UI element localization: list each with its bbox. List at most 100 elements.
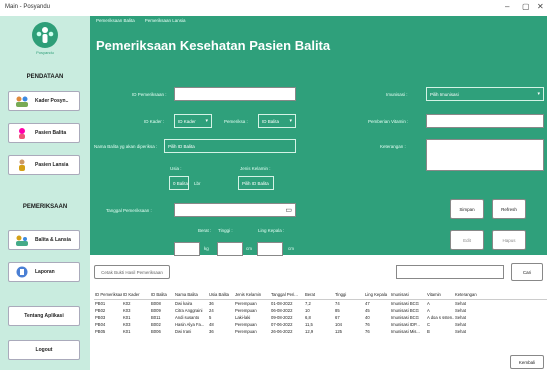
table-cell: Perempuan <box>235 322 257 327</box>
column-header[interactable]: ID Balita <box>150 292 174 297</box>
column-header[interactable]: ID Pemeriksaan <box>94 292 122 297</box>
table-cell: 47 <box>365 301 370 306</box>
maximize-icon[interactable]: ▢ <box>522 2 530 11</box>
table-cell: Sehat <box>455 322 466 327</box>
table-cell: Dwi Irani <box>175 329 192 334</box>
hapus-button[interactable]: Hapus <box>492 230 526 250</box>
table-cell: Perempuan <box>235 308 257 313</box>
minimize-icon[interactable]: – <box>505 2 509 11</box>
table-cell: 48 <box>209 322 214 327</box>
simpan-button[interactable]: Simpan <box>450 199 484 219</box>
table-cell: A doa s ssten... <box>427 315 454 320</box>
nav-laporan-label: Laporan <box>35 269 55 275</box>
nav-pasien-lansia-button[interactable]: Pasien Lansia <box>8 155 80 175</box>
table-cell: 11,5 <box>305 322 313 327</box>
section-pemeriksaan: PEMERIKSAAN <box>22 204 68 210</box>
table-cell: B008 <box>151 301 161 306</box>
column-header[interactable]: Imunisasi <box>390 292 426 297</box>
column-header[interactable]: Jenis Kelamin <box>234 292 270 297</box>
table-cell: 01-08-2022 <box>271 301 293 306</box>
table-cell: 36 <box>209 329 214 334</box>
id-pemeriksaan-input[interactable] <box>174 87 296 101</box>
table-cell: 76 <box>365 329 370 334</box>
cetak-bukti-button[interactable]: Cetak Bukti Hasil Pemeriksaan <box>94 265 170 279</box>
imunisasi-select[interactable]: Pilih Imunisasi ▾ <box>426 87 544 101</box>
jenis-kelamin-label: Jenis Kelamin : <box>240 166 271 171</box>
table-cell: Sehat <box>455 329 466 334</box>
table-row[interactable]: PB05 K01 B006 Dwi Irani 36 Perempuan 26-06-202… <box>94 328 547 335</box>
table-cell: Dwi kaira <box>175 301 193 306</box>
balita-select[interactable]: ID Balita ▾ <box>258 114 296 128</box>
jenis-kelamin-field: Pilih ID Balita <box>238 176 274 190</box>
column-header[interactable]: Nama Balita <box>174 292 208 297</box>
table-cell: 7,2 <box>305 301 311 306</box>
nav-tentang-label: Tentang Aplikasi <box>24 313 64 319</box>
usia-unit: Lbr <box>194 181 201 186</box>
tab-pemeriksaan-lansia[interactable]: Pemeriksaan Lansia <box>145 16 186 23</box>
cari-button[interactable]: Cari <box>511 263 543 281</box>
column-header[interactable]: Usia Balita <box>208 292 234 297</box>
table-cell: 10 <box>305 308 310 313</box>
nama-balita-field: Pilih ID Balita <box>164 139 296 153</box>
lingkar-kepala-input[interactable] <box>257 242 283 256</box>
tinggi-input[interactable] <box>217 242 243 256</box>
table-row[interactable]: PB03 K01 B011 Andi susanto 5 Laki-laki 09-08-2… <box>94 314 547 321</box>
nav-pasien-balita-button[interactable]: Pasien Balita <box>8 123 80 143</box>
nav-laporan-button[interactable]: Laporan <box>8 262 80 282</box>
imunisasi-label: Imunisasi : <box>386 92 408 97</box>
column-header[interactable]: Tinggi <box>334 292 364 297</box>
vitamin-label: Pemberian Vitamin : <box>368 119 409 124</box>
table-cell: 12,9 <box>305 329 314 334</box>
edit-button[interactable]: Edit <box>450 230 484 250</box>
berat-input[interactable] <box>174 242 200 256</box>
pemeriksaan-table: ID Pemeriksaan ID Kader ID Balita Nama Bali… <box>94 290 547 335</box>
berat-unit: kg <box>204 246 209 251</box>
close-icon[interactable]: ✕ <box>537 2 544 11</box>
table-row[interactable]: PB04 K03 B002 Hasin Alya Fa... 48 Perempuan 07… <box>94 321 547 328</box>
usia-label: Usia : <box>170 166 182 171</box>
table-cell: Imunisasi IDP... <box>391 322 420 327</box>
column-header[interactable]: Berat <box>304 292 334 297</box>
table-cell: Imunisasi BCG <box>391 315 419 320</box>
nav-pasien-balita-label: Pasien Balita <box>35 130 67 136</box>
chevron-down-icon: ▾ <box>289 118 292 124</box>
search-input[interactable] <box>396 265 504 279</box>
vitamin-input[interactable] <box>426 114 544 128</box>
pemeriksa-label: Pemeriksa : <box>224 119 248 124</box>
nav-kader-button[interactable]: Kader Posyn.. <box>8 91 80 111</box>
tanggal-input[interactable]: ▭ <box>174 203 296 217</box>
table-cell: 40 <box>365 315 370 320</box>
nav-balita-lansia-button[interactable]: Balita & Lansia <box>8 230 80 250</box>
report-icon <box>15 266 29 278</box>
table-cell: 67 <box>335 315 340 320</box>
column-header[interactable]: Keterangan <box>454 292 482 297</box>
table-row[interactable]: PB01 K02 B008 Dwi kaira 36 Perempuan 01-08-202… <box>94 300 547 307</box>
table-row[interactable]: PB02 K03 B009 Citra Anggraini 24 Perempuan 06-… <box>94 307 547 314</box>
column-header[interactable]: Tanggal Peri... <box>270 292 304 297</box>
table-cell: Imunisasi BCG <box>391 308 419 313</box>
keterangan-input[interactable] <box>426 139 544 171</box>
window-title: Main - Posyandu <box>5 4 51 10</box>
tinggi-unit: cm <box>246 246 252 251</box>
tinggi-label: Tinggi : <box>218 228 233 233</box>
posyandu-logo <box>32 22 58 48</box>
table-cell: PB02 <box>95 308 106 313</box>
table-cell: B002 <box>151 322 161 327</box>
refresh-button[interactable]: Refresh <box>492 199 526 219</box>
nav-tentang-button[interactable]: Tentang Aplikasi <box>8 306 80 326</box>
column-header[interactable]: Vitamin <box>426 292 454 297</box>
calendar-icon[interactable]: ▭ <box>285 206 292 214</box>
kader-select[interactable]: ID Kader ▾ <box>174 114 212 128</box>
tanggal-label: Tanggal Pemeriksaan : <box>106 208 152 213</box>
column-header[interactable]: Ling Kepala <box>364 292 390 297</box>
logout-button[interactable]: Logout <box>8 340 80 360</box>
tab-pemeriksaan-balita[interactable]: Pemeriksaan Balita <box>96 16 135 23</box>
people-icon <box>15 95 29 107</box>
table-cell: 24 <box>209 308 214 313</box>
table-cell: B <box>427 329 430 334</box>
table-cell: 45 <box>365 308 370 313</box>
column-header[interactable]: ID Kader <box>122 292 150 297</box>
table-cell: A <box>427 308 430 313</box>
kembali-button[interactable]: Kembali <box>510 355 544 369</box>
table-cell: PB03 <box>95 315 106 320</box>
